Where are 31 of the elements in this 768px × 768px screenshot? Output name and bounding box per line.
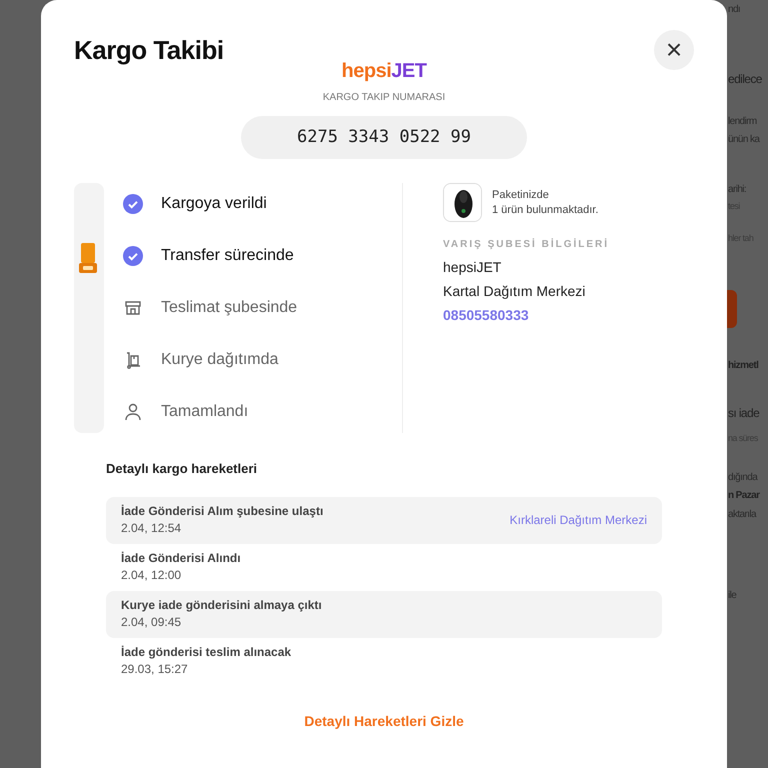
history-heading: Detaylı kargo hareketleri <box>106 460 258 478</box>
event-text: Kurye iade gönderisini almaya çıktı <box>121 597 322 614</box>
step-label: Transfer sürecinde <box>161 246 294 266</box>
brand-logo: hepsiJET <box>342 59 426 84</box>
hide-details-link[interactable]: Detaylı Hareketleri Gizle <box>304 710 464 732</box>
event-text: İade gönderisi teslim alınacak <box>121 644 292 661</box>
event-time: 2.04, 09:45 <box>121 614 182 631</box>
step-label: Kurye dağıtımda <box>161 350 278 370</box>
branch-name: Kartal Dağıtım Merkezi <box>443 282 586 301</box>
branch-company: hepsiJET <box>443 258 502 277</box>
section-heading: VARIŞ ŞUBESİ BİLGİLERİ <box>443 237 610 252</box>
modal-title: Kargo Takibi <box>74 34 224 66</box>
event-time: 2.04, 12:54 <box>121 520 182 537</box>
location-text: Kırklareli Dağıtım Merkezi <box>510 512 647 529</box>
event-time: 2.04, 12:00 <box>121 567 182 584</box>
step-label: Teslimat şubesinde <box>161 298 298 318</box>
phone-link[interactable]: 08505580333 <box>443 305 610 326</box>
step-label: Kargoya verildi <box>161 194 267 214</box>
tracking-caption: KARGO TAKIP NUMARASI <box>322 91 446 105</box>
background-text: edilece <box>728 71 762 88</box>
step-label: Tamamlandı <box>161 402 248 422</box>
event-text: İade Gönderisi Alım şubesine ulaştı <box>121 503 324 520</box>
background-text: sı iade <box>728 405 760 422</box>
package-text: Paketinizde <box>492 188 550 202</box>
event-text: İade Gönderisi Alındı <box>121 550 241 567</box>
event-time: 29.03, 15:27 <box>121 661 189 678</box>
close-button[interactable]: × <box>654 30 694 70</box>
background-text: n Pazar <box>728 489 760 503</box>
background-text: hizmetl <box>728 359 758 373</box>
tracking-number: 6275 3343 0522 99 <box>241 116 527 159</box>
package-text: 1 ürün bulunmaktadır. <box>492 202 598 218</box>
